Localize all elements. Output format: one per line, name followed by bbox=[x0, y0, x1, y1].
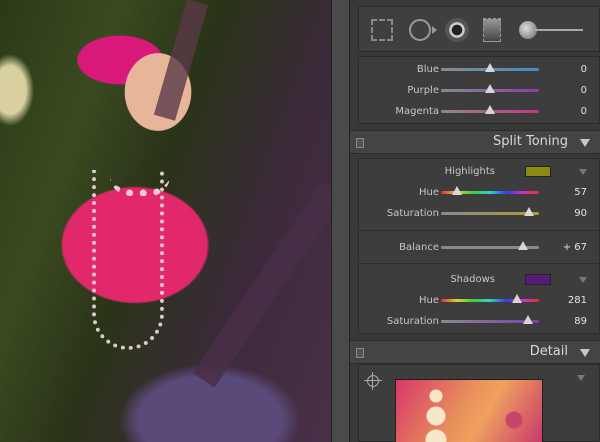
slider-value[interactable]: 0 bbox=[581, 106, 587, 117]
slider-thumb[interactable] bbox=[485, 62, 495, 72]
develop-panel: Blue 0 Purple 0 Magenta 0 Split Toning H… bbox=[350, 0, 600, 442]
section-title: Detail bbox=[529, 344, 568, 359]
slider-value[interactable]: 0 bbox=[581, 64, 587, 75]
detail-header[interactable]: Detail bbox=[350, 340, 600, 364]
split-toning-header[interactable]: Split Toning bbox=[350, 130, 600, 154]
hsl-group: Blue 0 Purple 0 Magenta 0 bbox=[358, 56, 600, 124]
slider-thumb[interactable] bbox=[517, 240, 528, 250]
spot-removal-arrow-icon bbox=[432, 26, 438, 34]
highlights-saturation-slider[interactable] bbox=[441, 206, 539, 216]
slider-label: Balance bbox=[399, 241, 439, 253]
shadows-subhead: Shadows bbox=[359, 270, 600, 290]
panel-toggle-icon[interactable] bbox=[356, 348, 364, 358]
slider-label: Blue bbox=[416, 63, 439, 75]
slider-thumb[interactable] bbox=[512, 293, 523, 303]
hsl-row-magenta: Magenta 0 bbox=[359, 101, 600, 121]
collapse-triangle-icon[interactable] bbox=[580, 349, 590, 357]
slider-label: Hue bbox=[418, 186, 439, 198]
slider-label: Magenta bbox=[395, 105, 439, 117]
slider-thumb[interactable] bbox=[485, 104, 495, 114]
shadows-color-swatch[interactable] bbox=[525, 274, 551, 285]
slider-thumb[interactable] bbox=[524, 206, 535, 216]
graduated-filter-icon[interactable] bbox=[483, 18, 501, 42]
highlights-hue-slider[interactable] bbox=[441, 185, 539, 195]
slider-value[interactable]: 281 bbox=[568, 295, 587, 306]
slider-thumb[interactable] bbox=[523, 314, 534, 324]
red-eye-icon[interactable] bbox=[445, 18, 469, 42]
split-toning-group: Highlights Hue 57 Saturation 90 Balance … bbox=[358, 158, 600, 334]
hsl-row-blue: Blue 0 bbox=[359, 59, 600, 79]
photo-detail bbox=[192, 182, 331, 388]
slider-thumb[interactable] bbox=[451, 185, 462, 195]
blue-slider[interactable] bbox=[441, 62, 539, 72]
subsection-title: Highlights bbox=[444, 166, 495, 177]
slider-value[interactable]: 0 bbox=[581, 85, 587, 96]
highlights-subhead: Highlights bbox=[359, 162, 600, 182]
slider-value[interactable]: 89 bbox=[574, 316, 587, 327]
divider-line bbox=[359, 230, 600, 231]
slider-value[interactable]: + 67 bbox=[563, 242, 587, 253]
highlights-saturation-row: Saturation 90 bbox=[359, 203, 600, 223]
crop-icon[interactable] bbox=[371, 19, 393, 41]
photo-canvas[interactable] bbox=[0, 0, 331, 442]
panel-toggle-icon[interactable] bbox=[356, 138, 364, 148]
spot-removal-icon[interactable] bbox=[409, 19, 431, 41]
slider-value[interactable]: 57 bbox=[574, 187, 587, 198]
expand-triangle-icon[interactable] bbox=[579, 169, 587, 175]
target-adjust-icon[interactable] bbox=[364, 372, 382, 390]
expand-triangle-icon[interactable] bbox=[577, 375, 585, 381]
slider-thumb[interactable] bbox=[485, 83, 495, 93]
expand-triangle-icon[interactable] bbox=[579, 277, 587, 283]
slider-label: Purple bbox=[407, 84, 439, 96]
detail-preview-image[interactable] bbox=[395, 379, 543, 442]
slider-label: Saturation bbox=[386, 207, 439, 219]
photo-detail bbox=[153, 0, 209, 121]
slider-label: Saturation bbox=[386, 315, 439, 327]
adjustment-brush-slider[interactable] bbox=[535, 29, 583, 31]
photo-detail bbox=[92, 170, 164, 350]
section-title: Split Toning bbox=[493, 134, 568, 149]
purple-slider[interactable] bbox=[441, 83, 539, 93]
highlights-color-swatch[interactable] bbox=[525, 166, 551, 177]
hsl-row-purple: Purple 0 bbox=[359, 80, 600, 100]
slider-label: Hue bbox=[418, 294, 439, 306]
slider-value[interactable]: 90 bbox=[574, 208, 587, 219]
detail-group bbox=[358, 364, 600, 442]
divider-line bbox=[359, 263, 600, 264]
collapse-triangle-icon[interactable] bbox=[580, 139, 590, 147]
panel-divider[interactable] bbox=[331, 0, 350, 442]
balance-row: Balance + 67 bbox=[359, 237, 600, 257]
subsection-title: Shadows bbox=[450, 274, 495, 285]
highlights-hue-row: Hue 57 bbox=[359, 182, 600, 202]
shadows-hue-row: Hue 281 bbox=[359, 290, 600, 310]
shadows-saturation-row: Saturation 89 bbox=[359, 311, 600, 331]
tool-strip bbox=[358, 6, 600, 52]
balance-slider[interactable] bbox=[441, 240, 539, 250]
shadows-saturation-slider[interactable] bbox=[441, 314, 539, 324]
shadows-hue-slider[interactable] bbox=[441, 293, 539, 303]
magenta-slider[interactable] bbox=[441, 104, 539, 114]
